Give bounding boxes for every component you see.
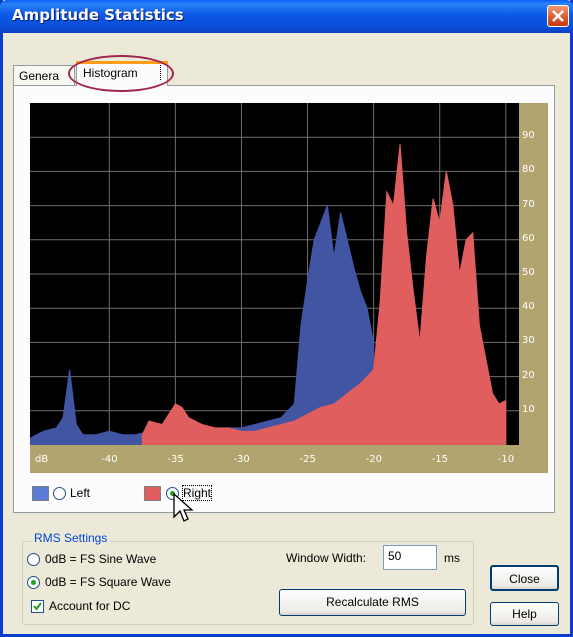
left-channel-radio[interactable] <box>53 487 66 500</box>
histogram-plot <box>29 103 519 446</box>
x-tick-label: -15 <box>431 454 449 465</box>
x-tick-label: -25 <box>299 454 316 465</box>
rms-settings-label: RMS Settings <box>31 531 111 545</box>
x-tick-label: -30 <box>233 454 250 465</box>
tab-general-label: Genera <box>19 69 60 83</box>
highlight-oval <box>68 55 174 92</box>
x-tick-label: -20 <box>365 454 382 465</box>
x-axis-label: dB <box>35 454 49 465</box>
x-axis: dB -40 -35 -30 -25 -20 -15 -10 <box>30 445 548 473</box>
close-button-label: Close <box>509 572 540 586</box>
y-tick-label: 40 <box>522 301 535 313</box>
account-for-dc-checkbox[interactable] <box>31 600 44 613</box>
window-width-input[interactable]: 50 <box>383 545 437 570</box>
window-width-unit: ms <box>444 551 460 565</box>
y-tick-label: 80 <box>522 164 535 176</box>
title-bar[interactable]: Amplitude Statistics <box>0 0 573 33</box>
x-tick-label: -35 <box>167 454 184 465</box>
help-button[interactable]: Help <box>490 602 559 626</box>
right-channel-swatch <box>144 486 161 501</box>
y-tick-label: 20 <box>522 369 535 381</box>
mouse-cursor-icon <box>173 493 194 522</box>
y-tick-label: 90 <box>522 130 535 142</box>
square-wave-label: 0dB = FS Square Wave <box>45 575 171 589</box>
y-tick-label: 50 <box>522 267 535 278</box>
account-for-dc-label: Account for DC <box>49 599 131 613</box>
square-wave-radio[interactable] <box>27 576 40 589</box>
tab-general[interactable]: Genera <box>13 65 75 85</box>
y-tick-label: 60 <box>522 232 535 244</box>
y-tick-label: 70 <box>522 198 535 210</box>
close-icon <box>552 10 564 22</box>
y-axis: 10 20 30 40 50 60 70 80 90 <box>519 103 548 445</box>
close-button[interactable]: Close <box>490 565 559 591</box>
checkmark-icon <box>33 602 42 611</box>
x-tick-label: -40 <box>101 454 118 465</box>
window-width-label: Window Width: <box>286 551 367 565</box>
close-window-button[interactable] <box>547 5 569 27</box>
recalculate-rms-label: Recalculate RMS <box>326 595 419 609</box>
sine-wave-radio[interactable] <box>27 553 40 566</box>
sine-wave-label: 0dB = FS Sine Wave <box>45 552 157 566</box>
y-tick-label: 10 <box>522 403 535 415</box>
left-channel-swatch <box>32 486 49 501</box>
y-tick-label: 30 <box>522 335 535 347</box>
recalculate-rms-button[interactable]: Recalculate RMS <box>279 589 466 616</box>
x-tick-label: -10 <box>497 454 515 465</box>
help-button-label: Help <box>512 607 537 621</box>
histogram-chart <box>29 103 519 446</box>
left-channel-label: Left <box>70 486 91 500</box>
window-title: Amplitude Statistics <box>12 6 184 24</box>
radio-selected-dot <box>31 580 36 585</box>
